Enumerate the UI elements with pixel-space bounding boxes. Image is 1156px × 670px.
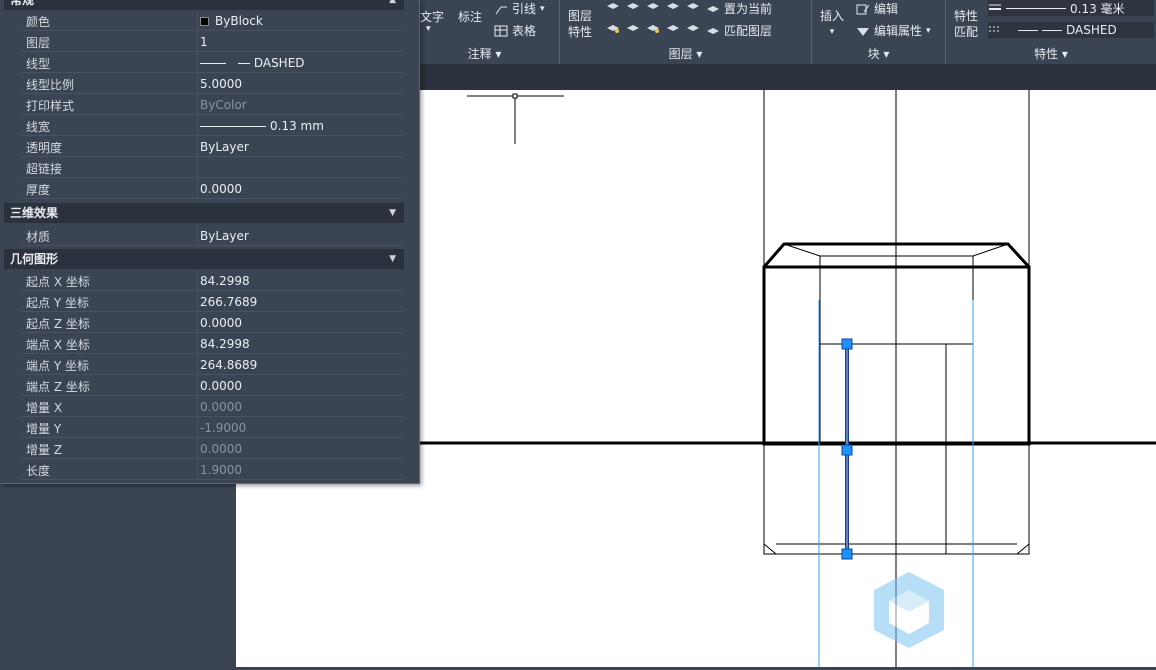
layers-panel: 图层 特性 置为当前 匹配图层 图层 ▾: [560, 0, 812, 64]
prop-row-length[interactable]: 长度 1.9000: [20, 459, 404, 480]
edit-attributes-icon: [857, 27, 869, 36]
layer-icon: [707, 5, 719, 12]
section-3d-effects[interactable]: 三维效果 ▼: [4, 203, 404, 223]
prop-row-start-y[interactable]: 起点 Y 坐标 266.7689: [20, 291, 404, 312]
layer-icon: [607, 25, 619, 33]
layer-tools-row-1[interactable]: [606, 0, 700, 12]
table-button[interactable]: 表格: [494, 22, 536, 39]
layer-icon: [627, 3, 639, 9]
layer-icon: [687, 3, 699, 9]
start-grip[interactable]: [841, 338, 853, 350]
match-properties-button[interactable]: 特性 匹配: [954, 8, 978, 40]
lineweight-icon: [989, 4, 1001, 10]
section-general[interactable]: 常规 ▲: [4, 0, 404, 10]
prop-row-start-x[interactable]: 起点 X 坐标 84.2998: [20, 270, 404, 291]
prop-row-transparency[interactable]: 透明度 ByLayer: [20, 136, 404, 157]
prop-row-end-z[interactable]: 端点 Z 坐标 0.0000: [20, 375, 404, 396]
properties-palette: 常规 ▲ 颜色 ByBlock 图层 1 线型 DASHED 线型比例 5.000…: [0, 0, 420, 484]
mid-grip[interactable]: [841, 444, 853, 456]
layer-icon: [707, 27, 719, 34]
linetype-dropdown[interactable]: DASHED: [988, 22, 1154, 38]
leader-button[interactable]: 引线 ▾: [494, 0, 545, 17]
prop-row-color[interactable]: 颜色 ByBlock: [20, 10, 404, 31]
dimension-button[interactable]: 标注: [458, 8, 482, 25]
block-group-label[interactable]: 块 ▾: [812, 45, 945, 62]
collapse-arrow-icon[interactable]: ▼: [389, 203, 396, 223]
color-swatch-icon: [200, 17, 209, 26]
prop-row-delta-x[interactable]: 增量 X 0.0000: [20, 396, 404, 417]
prop-row-delta-z[interactable]: 增量 Z 0.0000: [20, 438, 404, 459]
layer-tools-row-2[interactable]: [606, 22, 700, 34]
annotate-panel: 文字 标注 引线 ▾ 表格 ▾ 注释 ▾: [410, 0, 560, 64]
block-edit-icon: [856, 4, 870, 14]
prop-row-linetype[interactable]: 线型 DASHED: [20, 52, 404, 73]
layer-icon: [667, 3, 679, 9]
prop-row-hyperlink[interactable]: 超链接: [20, 157, 404, 178]
insert-button[interactable]: 插入 ▾: [820, 8, 844, 40]
layer-icon: [647, 3, 659, 9]
annotate-group-label[interactable]: 注释 ▾: [410, 45, 559, 62]
prop-row-plot-style[interactable]: 打印样式 ByColor: [20, 94, 404, 115]
block-edit-button[interactable]: 编辑: [856, 0, 898, 17]
table-icon: [494, 25, 508, 36]
layer-icon: [607, 3, 619, 9]
lineweight-dropdown[interactable]: 0.13 毫米: [988, 0, 1154, 16]
properties-group-label[interactable]: 特性 ▾: [946, 45, 1156, 62]
ribbon-small-arrow[interactable]: ▾: [426, 24, 431, 34]
section-geometry[interactable]: 几何图形 ▼: [4, 249, 404, 269]
properties-ribbon-panel: 特性 匹配 0.13 毫米 DASHED 特性 ▾: [946, 0, 1156, 64]
layer-properties-button[interactable]: 图层 特性: [568, 8, 592, 40]
watermark-cube-icon: [874, 572, 944, 648]
linetype-icon: [989, 26, 1001, 32]
edit-attributes-button[interactable]: 编辑属性 ▾: [856, 22, 931, 39]
layer-icon: [687, 25, 699, 31]
set-current-button[interactable]: 置为当前: [706, 0, 772, 17]
prop-row-end-x[interactable]: 端点 X 坐标 84.2998: [20, 333, 404, 354]
crosshair-cursor: [467, 93, 564, 144]
leader-icon: [495, 6, 507, 14]
layers-group-label[interactable]: 图层 ▾: [560, 45, 811, 62]
end-grip[interactable]: [841, 548, 853, 560]
layer-icon: [667, 25, 679, 31]
layer-icon: [627, 25, 639, 31]
prop-row-delta-y[interactable]: 增量 Y -1.9000: [20, 417, 404, 438]
prop-row-layer[interactable]: 图层 1: [20, 31, 404, 52]
prop-row-thickness[interactable]: 厚度 0.0000: [20, 178, 404, 199]
collapse-arrow-icon[interactable]: ▼: [389, 249, 396, 269]
prop-row-lineweight[interactable]: 线宽 0.13 mm: [20, 115, 404, 136]
text-button[interactable]: 文字: [420, 8, 444, 25]
match-layer-button[interactable]: 匹配图层: [706, 22, 772, 39]
block-panel: 插入 ▾ 编辑 编辑属性 ▾ 块 ▾: [812, 0, 946, 64]
collapse-arrow-icon[interactable]: ▲: [389, 0, 396, 10]
prop-row-material[interactable]: 材质 ByLayer: [20, 225, 404, 246]
prop-row-end-y[interactable]: 端点 Y 坐标 264.8689: [20, 354, 404, 375]
layer-icon: [647, 25, 659, 33]
prop-row-start-z[interactable]: 起点 Z 坐标 0.0000: [20, 312, 404, 333]
prop-row-linetype-scale[interactable]: 线型比例 5.0000: [20, 73, 404, 94]
